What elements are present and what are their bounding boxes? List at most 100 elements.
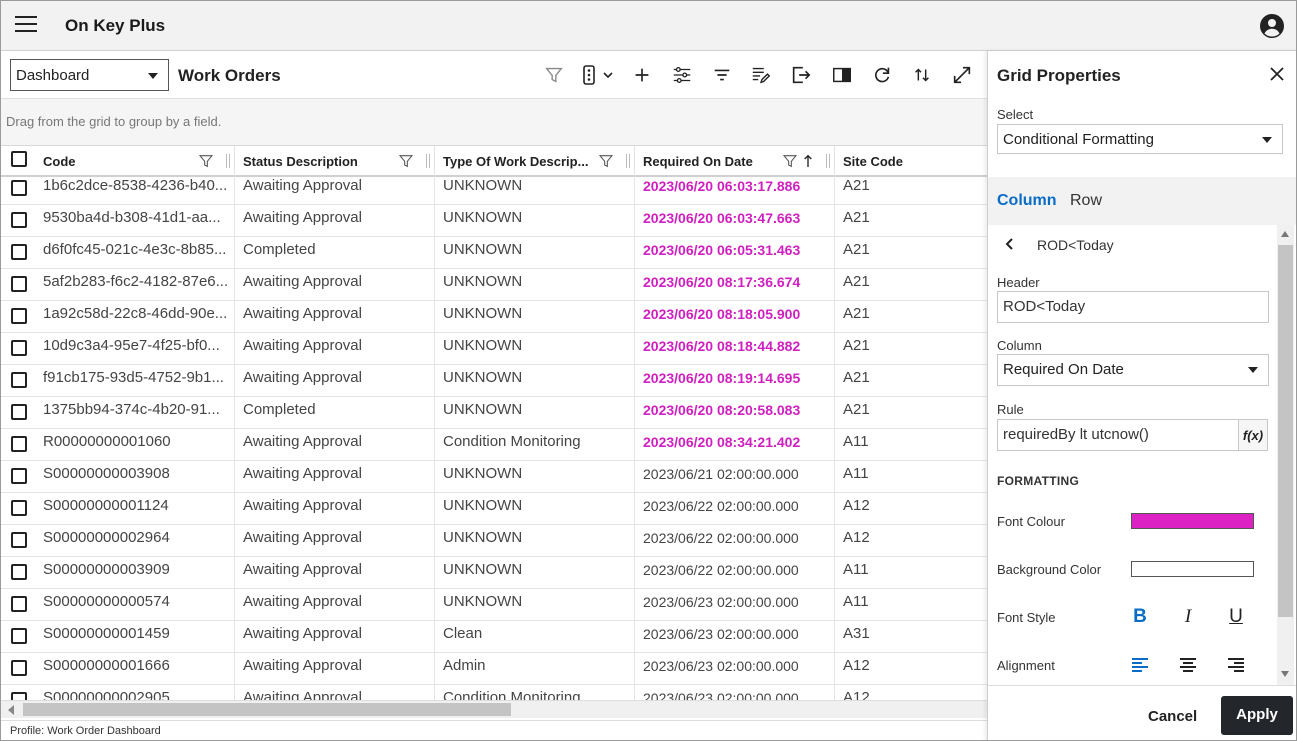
horizontal-scrollbar[interactable] [1, 700, 987, 718]
scroll-down-icon[interactable] [1281, 671, 1289, 677]
row-checkbox[interactable] [11, 308, 27, 324]
edit-list-icon[interactable] [750, 64, 772, 86]
add-icon[interactable] [631, 64, 653, 86]
filter-icon[interactable] [598, 153, 614, 169]
column-chooser-icon[interactable] [831, 64, 853, 86]
header-input[interactable]: ROD<Today [997, 291, 1269, 323]
chevron-left-icon[interactable] [1003, 237, 1017, 251]
table-row[interactable]: 1375bb94-374c-4b20-91... Completed UNKNOWN… [1, 397, 987, 429]
table-row[interactable]: S00000000001459 Awaiting Approval Clean 202… [1, 621, 987, 653]
close-icon[interactable] [1268, 65, 1286, 83]
table-row[interactable]: S00000000002905 Awaiting Approval Conditio… [1, 685, 987, 700]
background-color-swatch[interactable] [1131, 561, 1254, 577]
sort-icon[interactable] [711, 64, 733, 86]
scroll-left-icon[interactable] [8, 705, 14, 715]
column-resize-handle[interactable] [626, 154, 630, 168]
filter-icon[interactable] [398, 153, 414, 169]
sort-ascending-icon[interactable] [800, 153, 816, 169]
properties-select[interactable]: Conditional Formatting [997, 124, 1283, 154]
align-center-icon[interactable] [1176, 654, 1200, 678]
column-resize-handle[interactable] [426, 154, 430, 168]
table-row[interactable]: S00000000002964 Awaiting Approval UNKNOWN 2… [1, 525, 987, 557]
row-checkbox[interactable] [11, 660, 27, 676]
row-checkbox[interactable] [11, 244, 27, 260]
bold-button[interactable]: B [1128, 606, 1152, 630]
export-icon[interactable] [790, 64, 812, 86]
rule-breadcrumb: ROD<Today [988, 225, 1276, 265]
filter-icon[interactable] [543, 64, 565, 86]
table-row[interactable]: 10d9c3a4-95e7-4f25-bf0... Awaiting Approv… [1, 333, 987, 365]
row-checkbox[interactable] [11, 436, 27, 452]
row-checkbox[interactable] [11, 372, 27, 388]
row-checkbox[interactable] [11, 468, 27, 484]
font-colour-swatch[interactable] [1131, 513, 1254, 529]
filter-icon[interactable] [198, 153, 214, 169]
scrollbar-thumb[interactable] [23, 703, 511, 716]
cell-required-on-date: 2023/06/22 02:00:00.000 [635, 557, 835, 588]
scroll-up-icon[interactable] [1281, 231, 1289, 237]
account-icon[interactable] [1260, 14, 1284, 38]
row-checkbox[interactable] [11, 628, 27, 644]
cell-code: S00000000003909 [35, 557, 235, 588]
table-row[interactable]: S00000000001124 Awaiting Approval UNKNOWN 2… [1, 493, 987, 525]
select-all-checkbox[interactable] [11, 151, 27, 167]
align-right-icon[interactable] [1224, 654, 1248, 678]
tune-icon[interactable] [671, 64, 693, 86]
row-checkbox[interactable] [11, 500, 27, 516]
column-header-type-of-work[interactable]: Type Of Work Descrip... [435, 146, 635, 176]
table-row[interactable]: S00000000003909 Awaiting Approval UNKNOWN 2… [1, 557, 987, 589]
italic-button[interactable]: I [1176, 606, 1200, 630]
table-row[interactable]: 1b6c2dce-8538-4236-b40... Awaiting Approv… [1, 173, 987, 205]
more-vert-icon[interactable] [579, 64, 617, 86]
column-resize-handle[interactable] [226, 154, 230, 168]
underline-button[interactable]: U [1224, 606, 1248, 630]
table-row[interactable]: f91cb175-93d5-4752-9b1... Awaiting Approv… [1, 365, 987, 397]
menu-icon[interactable] [15, 16, 37, 36]
table-row[interactable]: S00000000003908 Awaiting Approval UNKNOWN 2… [1, 461, 987, 493]
table-row[interactable]: d6f0fc45-021c-4e3c-8b85... Completed UNKNO… [1, 237, 987, 269]
cell-code: 1375bb94-374c-4b20-91... [35, 397, 235, 428]
row-checkbox[interactable] [11, 340, 27, 356]
row-checkbox[interactable] [11, 404, 27, 420]
table-row[interactable]: 9530ba4d-b308-41d1-aa... Awaiting Approva… [1, 205, 987, 237]
cancel-button[interactable]: Cancel [1148, 708, 1197, 725]
alignment-label: Alignment [997, 658, 1055, 673]
column-header-required-on-date[interactable]: Required On Date [635, 146, 835, 176]
scrollbar-thumb[interactable] [1278, 245, 1293, 617]
column-resize-handle[interactable] [826, 154, 830, 168]
row-checkbox[interactable] [11, 276, 27, 292]
column-header-status[interactable]: Status Description [235, 146, 435, 176]
column-select[interactable]: Required On Date [997, 354, 1269, 386]
table-row[interactable]: 5af2b283-f6c2-4182-87e6... Awaiting Appro… [1, 269, 987, 301]
row-checkbox[interactable] [11, 596, 27, 612]
column-header-code[interactable]: Code [35, 146, 235, 176]
rule-input[interactable]: requiredBy lt utcnow() [997, 419, 1239, 451]
column-header-site-code[interactable]: Site Code [835, 146, 987, 176]
table-row[interactable]: S00000000000574 Awaiting Approval UNKNOWN 2… [1, 589, 987, 621]
panel-vertical-scrollbar[interactable] [1277, 225, 1294, 685]
group-drop-zone[interactable]: Drag from the grid to group by a field. [1, 99, 987, 145]
apply-button[interactable]: Apply [1221, 696, 1293, 735]
swap-vert-icon[interactable] [911, 64, 933, 86]
row-checkbox[interactable] [11, 180, 27, 196]
row-checkbox[interactable] [11, 692, 27, 700]
align-left-icon[interactable] [1128, 654, 1152, 678]
refresh-icon[interactable] [871, 64, 893, 86]
row-checkbox[interactable] [11, 532, 27, 548]
expand-icon[interactable] [951, 64, 973, 86]
view-select[interactable]: Dashboard [10, 59, 169, 91]
row-checkbox[interactable] [11, 212, 27, 228]
tab-column[interactable]: Column [997, 192, 1057, 210]
function-builder-button[interactable]: f(x) [1238, 419, 1268, 451]
cell-type-of-work: Condition Monitoring [435, 429, 635, 460]
table-row[interactable]: R00000000001060 Awaiting Approval Conditio… [1, 429, 987, 461]
filter-icon[interactable] [782, 153, 798, 169]
row-checkbox[interactable] [11, 564, 27, 580]
cell-required-on-date: 2023/06/20 06:05:31.463 [635, 237, 835, 268]
app-window: On Key Plus Dashboard Work Orders Drag f… [0, 0, 1297, 741]
tab-row[interactable]: Row [1070, 192, 1102, 210]
table-row[interactable]: S00000000001666 Awaiting Approval Admin 202… [1, 653, 987, 685]
cell-code: 1b6c2dce-8538-4236-b40... [35, 173, 235, 204]
column-header-label: Site Code [843, 154, 903, 169]
table-row[interactable]: 1a92c58d-22c8-46dd-90e... Awaiting Approv… [1, 301, 987, 333]
